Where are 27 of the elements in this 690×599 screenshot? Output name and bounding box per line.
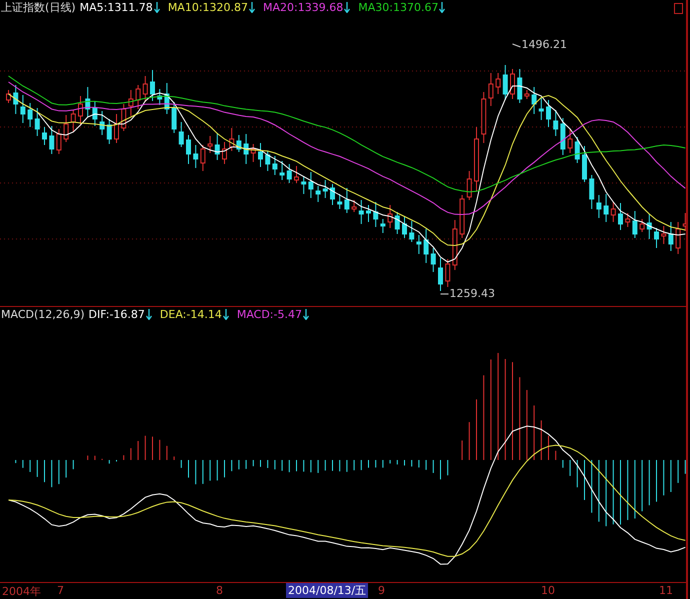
indicator-title: MACD(12,26,9)	[1, 308, 85, 321]
down-arrow-icon	[146, 309, 152, 320]
high-price-label: 1496.21	[522, 38, 567, 51]
down-arrow-icon	[439, 2, 446, 13]
down-arrow-icon	[249, 2, 256, 13]
indicator-value: MA30:1370.67	[358, 1, 438, 14]
indicator-value: DIF:-16.87	[88, 308, 145, 321]
cursor-date-label: 2004/08/13/五	[286, 583, 368, 598]
chart-title: 上证指数(日线)	[1, 0, 76, 15]
down-arrow-icon	[302, 309, 309, 320]
axis-label: 2004年	[2, 584, 41, 599]
leader-line	[512, 44, 521, 48]
down-arrow-icon	[222, 309, 229, 320]
indicator-value: MA10:1320.87	[168, 1, 248, 14]
box-icon	[674, 3, 683, 14]
indicator-value: MA5:1311.78	[80, 1, 153, 14]
indicator-value: MA20:1339.68	[263, 1, 344, 14]
down-arrow-icon	[154, 2, 160, 13]
low-price-label: 1259.43	[450, 287, 495, 300]
indicator-value: MACD:-5.47	[236, 308, 302, 321]
axis-label: 9	[378, 584, 385, 597]
indicator-value: DEA:-14.14	[160, 308, 222, 321]
axis-label: 7	[57, 584, 64, 597]
down-arrow-icon	[344, 2, 350, 13]
axis-label: 8	[216, 584, 223, 597]
axis-label: 10	[541, 584, 555, 597]
axis-label: 11	[659, 584, 673, 597]
